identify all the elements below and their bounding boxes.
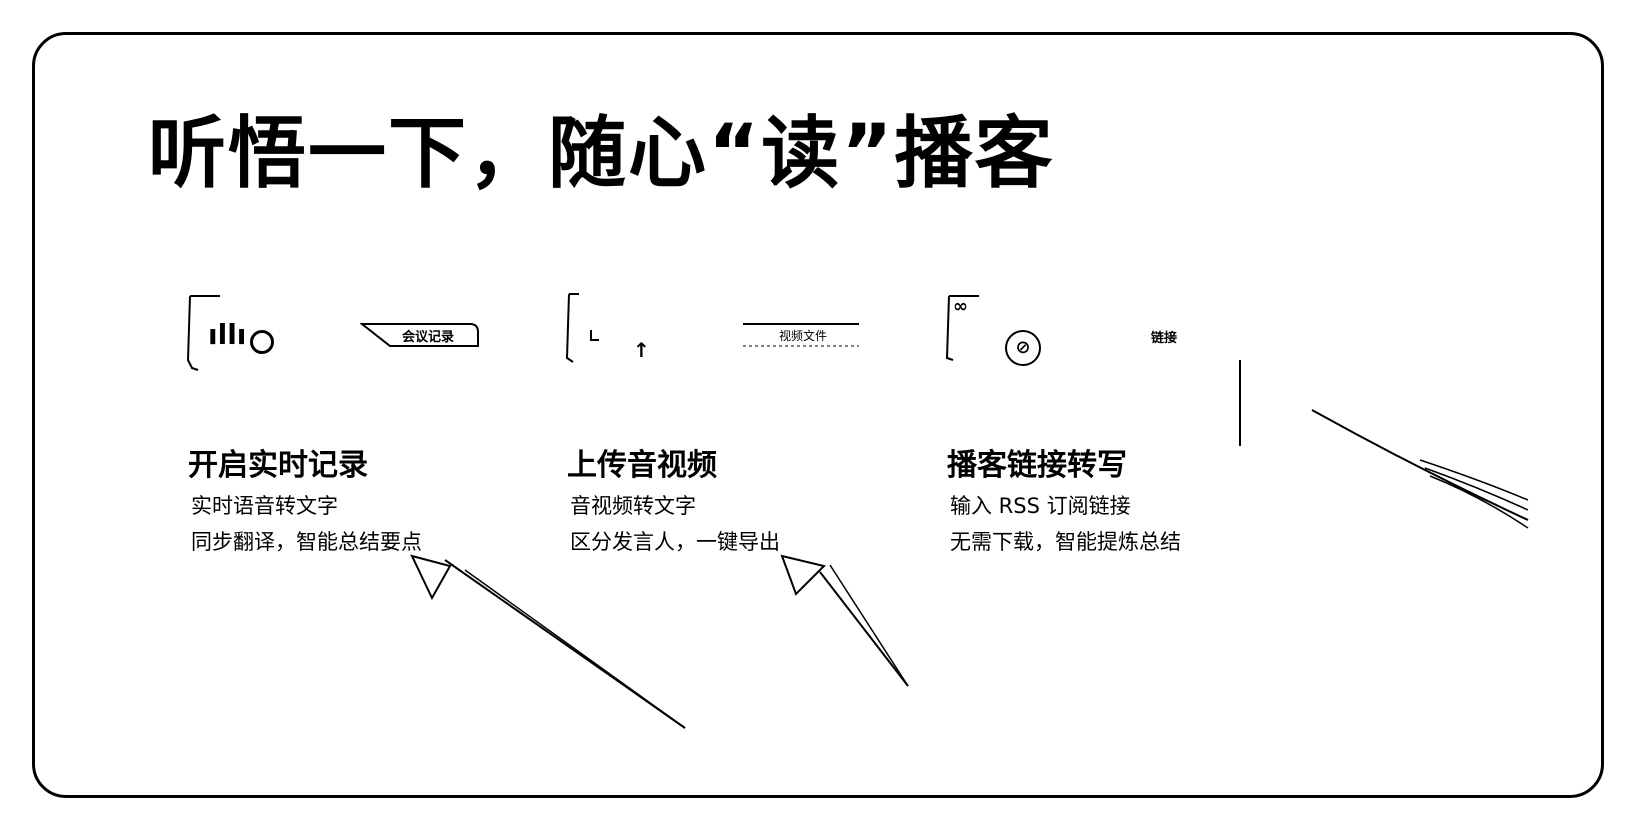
page-title: 听悟一下，随心“读”播客 (148, 109, 1055, 199)
infinity-icon: ∞ (953, 296, 968, 317)
feature-realtime-record[interactable]: ıllı 会议记录 开启实时记录 实时语音转文字 同步翻译，智能总结要点 (186, 290, 528, 554)
upload-icon[interactable]: ↑ (633, 338, 650, 362)
feature-desc-line1: 实时语音转文字 (191, 494, 338, 518)
feature-desc-line1: 音视频转文字 (570, 494, 696, 518)
feature-desc-line1: 输入 RSS 订阅链接 (950, 494, 1131, 518)
feature-desc-line2: 区分发言人，一键导出 (570, 530, 780, 554)
feature-desc-line2: 无需下载，智能提炼总结 (950, 530, 1181, 554)
feature-graphic: ∞ ⊘ 链接 (945, 290, 1287, 390)
feature-title: 播客链接转写 (947, 448, 1127, 483)
record-circle-icon[interactable] (250, 330, 274, 354)
feature-title: 开启实时记录 (188, 448, 368, 483)
tag-link: 链接 (1151, 331, 1178, 346)
link-icon[interactable]: ⊘ (1005, 330, 1041, 366)
feature-desc-line2: 同步翻译，智能总结要点 (191, 530, 422, 554)
feature-title: 上传音视频 (567, 448, 717, 483)
feature-graphic: ıllı 会议记录 (186, 290, 528, 390)
feature-graphic: ↑ 视频文件 (565, 290, 907, 390)
tag-meeting-record: 会议记录 (360, 322, 480, 347)
tag-video-file: 视频文件 (743, 323, 859, 347)
waveform-mic-icon: ıllı (208, 318, 247, 351)
feature-upload-media[interactable]: ↑ 视频文件 上传音视频 音视频转文字 区分发言人，一键导出 (565, 290, 907, 554)
feature-podcast-link[interactable]: ∞ ⊘ 链接 播客链接转写 输入 RSS 订阅链接 无需下载，智能提炼总结 (945, 290, 1287, 554)
